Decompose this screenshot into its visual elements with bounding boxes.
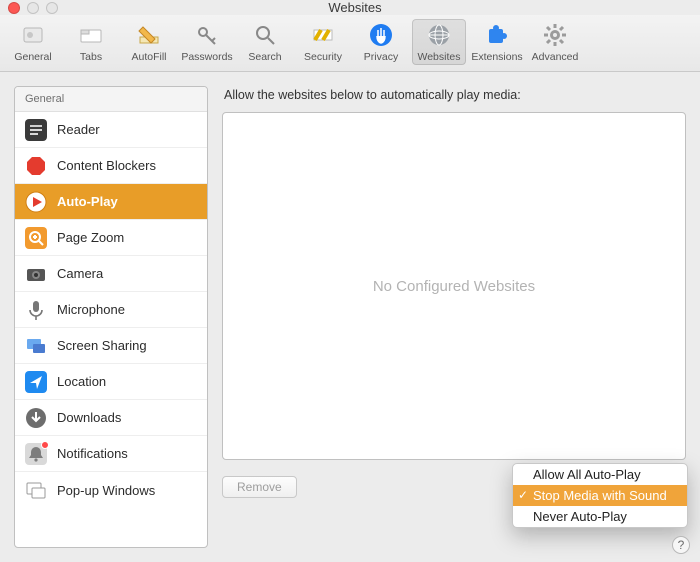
sidebar-item-auto-play[interactable]: Auto-Play: [15, 184, 207, 220]
tab-tabs[interactable]: Tabs: [64, 19, 118, 65]
tab-extensions[interactable]: Extensions: [470, 19, 524, 65]
window-title: Websites: [18, 0, 692, 15]
content-area: General Reader Content Blockers Auto-Pla…: [0, 72, 700, 562]
sidebar-item-content-blockers[interactable]: Content Blockers: [15, 148, 207, 184]
globe-icon: [425, 21, 453, 49]
sidebar-item-downloads[interactable]: Downloads: [15, 400, 207, 436]
play-icon: [25, 191, 47, 213]
tab-advanced[interactable]: Advanced: [528, 19, 582, 65]
sidebar-item-label: Camera: [57, 266, 103, 281]
hand-privacy-icon: [367, 21, 395, 49]
default-policy-menu[interactable]: Allow All Auto-Play Stop Media with Soun…: [512, 463, 688, 528]
sidebar-item-label: Screen Sharing: [57, 338, 147, 353]
caution-icon: [309, 21, 337, 49]
sidebar-item-label: Reader: [57, 122, 100, 137]
remove-button[interactable]: Remove: [222, 476, 297, 498]
bell-icon: [25, 443, 47, 465]
tab-security[interactable]: Security: [296, 19, 350, 65]
empty-state-text: No Configured Websites: [373, 278, 535, 295]
tabs-icon: [77, 21, 105, 49]
sidebar-item-notifications[interactable]: Notifications: [15, 436, 207, 472]
sidebar-item-label: Notifications: [57, 446, 128, 461]
pane-heading: Allow the websites below to automaticall…: [222, 86, 686, 106]
menu-item-never[interactable]: Never Auto-Play: [513, 506, 687, 527]
tab-autofill[interactable]: AutoFill: [122, 19, 176, 65]
configured-websites-list[interactable]: No Configured Websites: [222, 112, 686, 460]
tab-passwords[interactable]: Passwords: [180, 19, 234, 65]
key-icon: [193, 21, 221, 49]
download-icon: [25, 407, 47, 429]
tab-general[interactable]: General: [6, 19, 60, 65]
notification-badge: [41, 441, 49, 449]
sidebar-item-label: Pop-up Windows: [57, 483, 155, 498]
sidebar-item-camera[interactable]: Camera: [15, 256, 207, 292]
help-button[interactable]: ?: [672, 536, 690, 554]
sidebar-item-label: Downloads: [57, 410, 121, 425]
sidebar-item-location[interactable]: Location: [15, 364, 207, 400]
stop-sign-icon: [25, 155, 47, 177]
sidebar-header: General: [15, 87, 207, 112]
titlebar: Websites: [0, 0, 700, 15]
switch-icon: [19, 21, 47, 49]
menu-item-stop-sound[interactable]: Stop Media with Sound: [513, 485, 687, 506]
website-settings-sidebar: General Reader Content Blockers Auto-Pla…: [14, 86, 208, 548]
sidebar-item-popup-windows[interactable]: Pop-up Windows: [15, 472, 207, 508]
sidebar-item-label: Content Blockers: [57, 158, 156, 173]
websites-preferences-window: Websites General Tabs AutoFill Passwords: [0, 0, 700, 541]
gear-icon: [541, 21, 569, 49]
camera-icon: [25, 263, 47, 285]
sidebar-item-label: Page Zoom: [57, 230, 124, 245]
tab-search[interactable]: Search: [238, 19, 292, 65]
sidebar-item-label: Microphone: [57, 302, 125, 317]
screen-sharing-icon: [25, 335, 47, 357]
microphone-icon: [25, 299, 47, 321]
sidebar-item-microphone[interactable]: Microphone: [15, 292, 207, 328]
sidebar-item-reader[interactable]: Reader: [15, 112, 207, 148]
sidebar-item-screen-sharing[interactable]: Screen Sharing: [15, 328, 207, 364]
pencil-form-icon: [135, 21, 163, 49]
zoom-icon: [25, 227, 47, 249]
sidebar-item-page-zoom[interactable]: Page Zoom: [15, 220, 207, 256]
location-arrow-icon: [25, 371, 47, 393]
popup-window-icon: [25, 479, 47, 501]
tab-privacy[interactable]: Privacy: [354, 19, 408, 65]
preferences-toolbar: General Tabs AutoFill Passwords Search S: [0, 15, 700, 72]
puzzle-icon: [483, 21, 511, 49]
tab-websites[interactable]: Websites: [412, 19, 466, 65]
reader-icon: [25, 119, 47, 141]
magnifier-icon: [251, 21, 279, 49]
sidebar-item-label: Auto-Play: [57, 194, 118, 209]
menu-item-allow-all[interactable]: Allow All Auto-Play: [513, 464, 687, 485]
sidebar-item-label: Location: [57, 374, 106, 389]
